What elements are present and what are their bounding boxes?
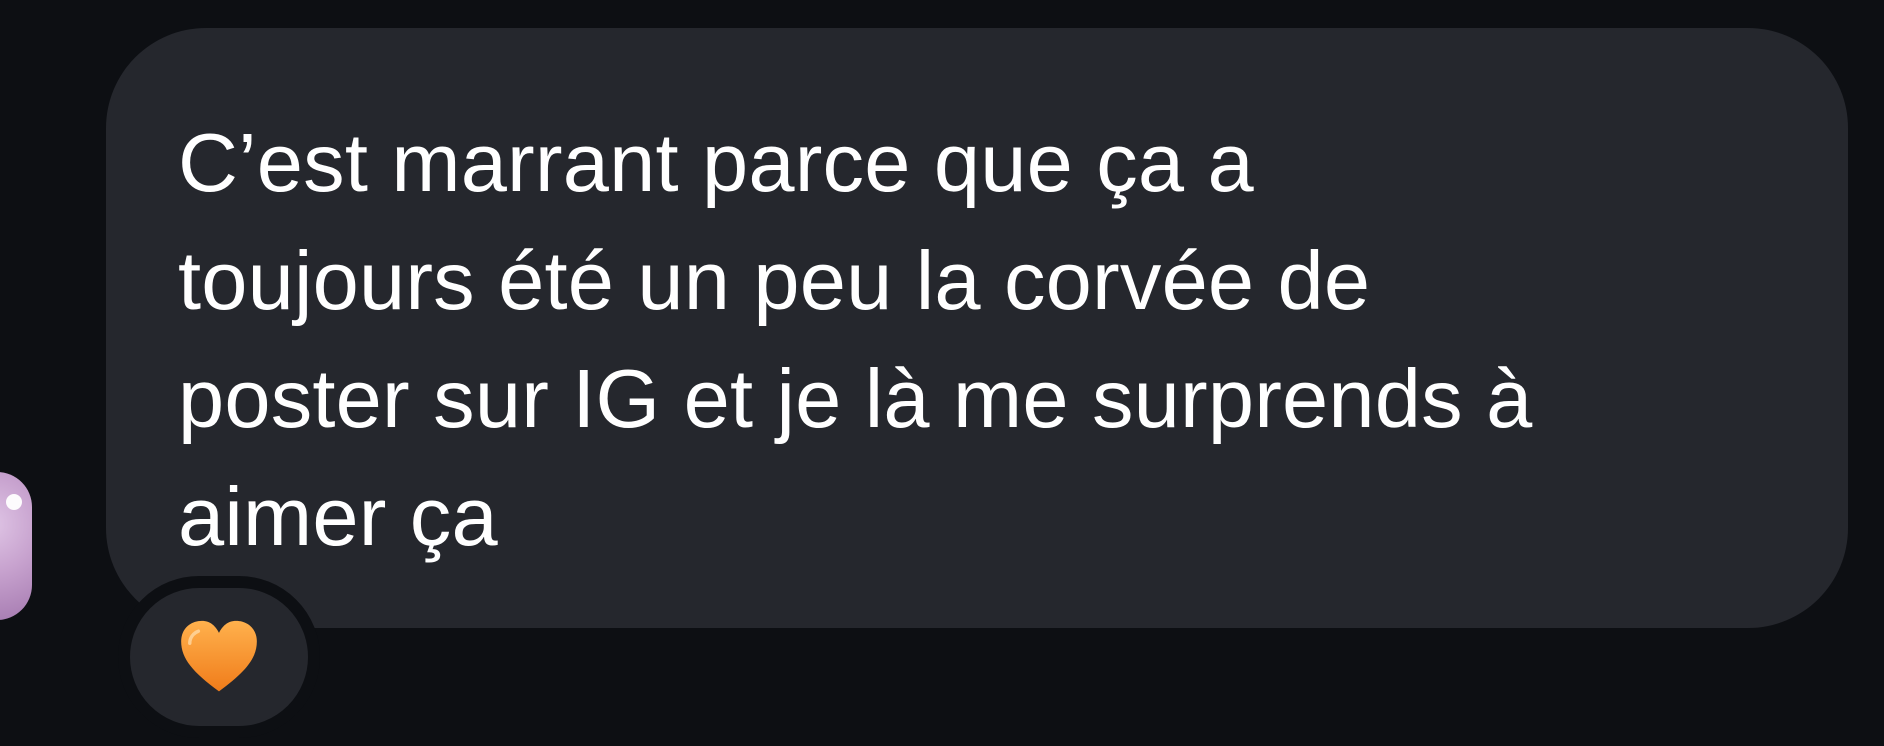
chat-screen: C’est marrant parce que ça a toujours ét… [0,0,1884,746]
avatar-badge-icon [6,494,22,510]
message-text: C’est marrant parce que ça a toujours ét… [178,116,1533,563]
sender-avatar[interactable] [0,472,32,620]
message-reaction[interactable] [118,576,320,738]
orange-heart-icon [181,620,257,692]
message-bubble[interactable]: C’est marrant parce que ça a toujours ét… [106,28,1848,628]
